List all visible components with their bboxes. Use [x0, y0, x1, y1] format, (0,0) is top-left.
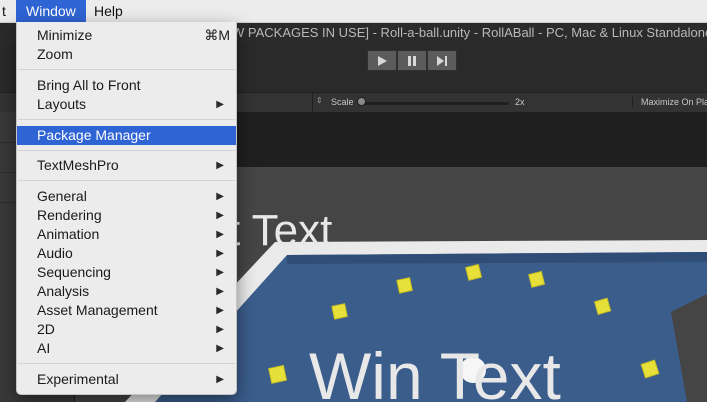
step-icon [437, 55, 447, 66]
win-text: Win Text [309, 339, 561, 402]
menu-item-sequencing[interactable]: Sequencing ▶ [17, 263, 236, 282]
menu-item-layouts[interactable]: Layouts ▶ [17, 95, 236, 114]
menu-item-animation[interactable]: Animation ▶ [17, 225, 236, 244]
scale-value: 2x [515, 97, 525, 107]
playback-controls [367, 50, 457, 71]
menu-item-label: Rendering [37, 207, 102, 223]
menu-separator [18, 150, 235, 151]
menu-item-label: Asset Management [37, 302, 158, 318]
menu-item-package-manager[interactable]: Package Manager [17, 126, 236, 145]
step-button[interactable] [427, 50, 457, 71]
menu-item-label: Bring All to Front [37, 77, 141, 93]
submenu-arrow-icon: ▶ [216, 160, 224, 171]
window-dropdown-menu: Minimize ⌘M Zoom Bring All to Front Layo… [16, 22, 237, 395]
menu-item-label: Layouts [37, 96, 87, 112]
pause-button[interactable] [397, 50, 427, 71]
menu-help[interactable]: Help [88, 0, 129, 22]
submenu-arrow-icon: ▶ [216, 248, 224, 259]
menu-item-asset-management[interactable]: Asset Management ▶ [17, 301, 236, 320]
menu-item-label: 2D [37, 321, 55, 337]
header-divider [312, 93, 313, 113]
menu-item-2d[interactable]: 2D ▶ [17, 320, 236, 339]
menu-item-analysis[interactable]: Analysis ▶ [17, 282, 236, 301]
menu-edit[interactable]: t [0, 0, 12, 22]
submenu-arrow-icon: ▶ [216, 229, 224, 240]
menu-item-textmeshpro[interactable]: TextMeshPro ▶ [17, 156, 236, 175]
menu-item-label: Zoom [37, 46, 73, 62]
submenu-arrow-icon: ▶ [216, 286, 224, 297]
pickup-cube [465, 263, 483, 281]
pause-icon [408, 55, 416, 66]
menu-item-audio[interactable]: Audio ▶ [17, 244, 236, 263]
scale-slider-thumb[interactable] [357, 97, 366, 106]
menu-separator [18, 119, 235, 120]
menu-item-general[interactable]: General ▶ [17, 187, 236, 206]
pickup-cube [268, 364, 288, 384]
pickup-cube [593, 297, 612, 316]
submenu-arrow-icon: ▶ [216, 99, 224, 110]
menu-item-label: Audio [37, 245, 73, 261]
menu-item-label: Minimize [37, 27, 93, 43]
submenu-arrow-icon: ▶ [216, 324, 224, 335]
menu-item-label: Experimental [37, 371, 119, 387]
maximize-on-play-toggle[interactable]: Maximize On Play [632, 97, 707, 107]
count-text: t Text [228, 206, 333, 255]
scale-label: Scale [331, 97, 354, 107]
pickup-cube [396, 277, 413, 294]
menu-window[interactable]: Window [16, 0, 86, 22]
menu-item-label: AI [37, 340, 51, 356]
menu-item-label: General [37, 188, 87, 204]
shortcut-label: ⌘M [204, 27, 230, 43]
menu-item-label: Package Manager [37, 127, 151, 143]
menu-item-experimental[interactable]: Experimental ▶ [17, 370, 236, 389]
menu-item-label: Analysis [37, 283, 90, 299]
submenu-arrow-icon: ▶ [216, 343, 224, 354]
stepper-arrows-icon[interactable]: ⇕ [316, 96, 323, 105]
pickup-cube [331, 303, 348, 320]
submenu-arrow-icon: ▶ [216, 210, 224, 221]
menu-separator [18, 180, 235, 181]
menu-item-minimize[interactable]: Minimize ⌘M [17, 26, 236, 45]
submenu-arrow-icon: ▶ [216, 374, 224, 385]
window-title-text: W PACKAGES IN USE] - Roll-a-ball.unity -… [232, 25, 707, 40]
menu-item-bring-all-to-front[interactable]: Bring All to Front [17, 76, 236, 95]
scale-slider-track[interactable] [361, 102, 509, 105]
macos-menu-bar: t Window Help [0, 0, 707, 23]
menu-item-zoom[interactable]: Zoom [17, 45, 236, 64]
menu-separator [18, 363, 235, 364]
menu-item-label: TextMeshPro [37, 157, 119, 173]
menu-item-label: Sequencing [37, 264, 111, 280]
menu-item-ai[interactable]: AI ▶ [17, 339, 236, 358]
submenu-arrow-icon: ▶ [216, 191, 224, 202]
menu-item-label: Animation [37, 226, 100, 242]
menu-separator [18, 69, 235, 70]
pickup-cube [528, 270, 546, 288]
submenu-arrow-icon: ▶ [216, 267, 224, 278]
play-icon [378, 55, 387, 66]
submenu-arrow-icon: ▶ [216, 305, 224, 316]
play-button[interactable] [367, 50, 397, 71]
menu-item-rendering[interactable]: Rendering ▶ [17, 206, 236, 225]
